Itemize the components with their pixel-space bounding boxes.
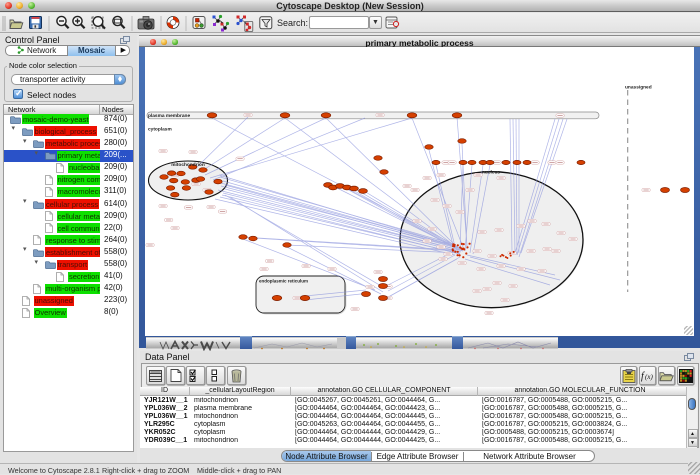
svg-text:mitochondrion: mitochondrion [171, 162, 205, 168]
svg-text:cytoplasm: cytoplasm [148, 127, 172, 133]
svg-text:nucleus: nucleus [482, 170, 500, 176]
svg-text:unassigned: unassigned [625, 85, 652, 91]
svg-text:endoplasmic reticulum: endoplasmic reticulum [259, 279, 308, 284]
svg-text:(x): (x) [645, 373, 653, 381]
svg-text:plasma membrane: plasma membrane [148, 113, 190, 119]
